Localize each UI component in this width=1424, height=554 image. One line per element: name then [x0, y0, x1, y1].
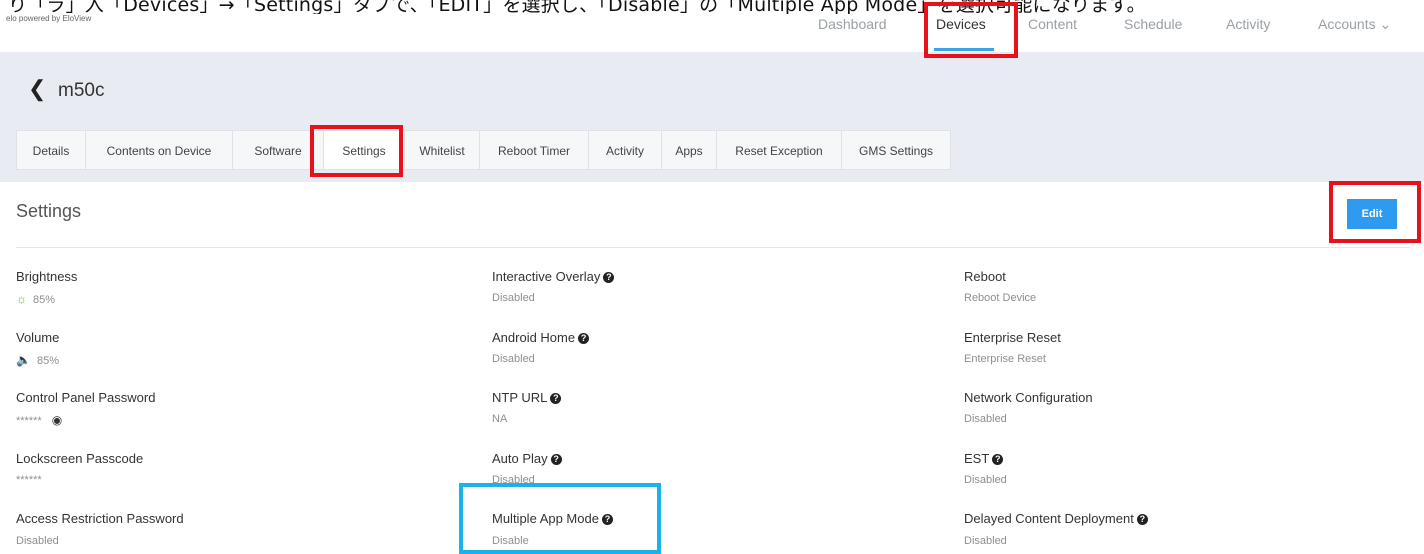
- help-icon[interactable]: ?: [578, 333, 590, 345]
- enterprise-reset-link[interactable]: Enterprise Reset: [964, 353, 1046, 365]
- tab-reboot-timer[interactable]: Reboot Timer: [479, 130, 589, 170]
- help-icon[interactable]: ?: [1136, 514, 1148, 526]
- tab-gms-settings[interactable]: GMS Settings: [841, 130, 951, 170]
- interactive-overlay-label-row: Interactive Overlay?: [492, 269, 615, 284]
- android-home-label-row: Android Home?: [492, 330, 590, 345]
- control-panel-password-value-row: ****** ◉: [16, 413, 62, 427]
- nav-accounts[interactable]: Accounts ⌄: [1318, 16, 1391, 33]
- volume-icon: 🔈: [16, 353, 31, 367]
- brand-logo: elo powered by EloView: [6, 14, 92, 23]
- brightness-label: Brightness: [16, 269, 78, 284]
- settings-divider: [16, 247, 1410, 248]
- delayed-content-deployment-label: Delayed Content Deployment: [964, 511, 1134, 526]
- android-home-label: Android Home: [492, 330, 576, 345]
- tab-activity[interactable]: Activity: [588, 130, 662, 170]
- settings-panel: [0, 182, 1424, 554]
- help-icon[interactable]: ?: [992, 454, 1004, 466]
- control-panel-password-label: Control Panel Password: [16, 390, 156, 405]
- control-panel-password-value: ******: [16, 415, 42, 427]
- interactive-overlay-value: Disabled: [492, 292, 535, 304]
- interactive-overlay-label: Interactive Overlay: [492, 269, 601, 284]
- volume-value: 85%: [36, 355, 59, 367]
- ntp-url-label: NTP URL: [492, 390, 548, 405]
- reboot-device-link[interactable]: Reboot Device: [964, 292, 1036, 304]
- settings-title: Settings: [16, 201, 82, 221]
- volume-label: Volume: [16, 330, 60, 345]
- tab-whitelist[interactable]: Whitelist: [404, 130, 480, 170]
- network-configuration-label: Network Configuration: [964, 390, 1093, 405]
- est-label-row: EST?: [964, 451, 1004, 466]
- access-restriction-password-value: Disabled: [16, 535, 59, 547]
- delayed-content-deployment-value: Disabled: [964, 535, 1007, 547]
- access-restriction-password-label: Access Restriction Password: [16, 511, 184, 526]
- nav-dashboard[interactable]: Dashboard: [818, 16, 887, 32]
- help-icon[interactable]: ?: [550, 393, 562, 405]
- nav-activity[interactable]: Activity: [1226, 16, 1270, 32]
- lockscreen-passcode-value: ******: [16, 474, 42, 486]
- back-chevron-icon[interactable]: ❮: [28, 78, 46, 100]
- est-value: Disabled: [964, 474, 1007, 486]
- nav-schedule[interactable]: Schedule: [1124, 16, 1182, 32]
- help-icon[interactable]: ?: [550, 454, 562, 466]
- tab-details[interactable]: Details: [16, 130, 86, 170]
- highlight-multiple-app-mode: [459, 483, 661, 554]
- highlight-settings-tab: [310, 125, 403, 177]
- top-caption: り「ラ」入「Devices」→「Settings」タブで、「EDIT」を選択し、…: [0, 0, 1424, 14]
- help-icon[interactable]: ?: [603, 272, 615, 284]
- android-home-value: Disabled: [492, 353, 535, 365]
- highlight-edit-button: [1329, 181, 1421, 243]
- volume-value-row: 🔈 85%: [16, 353, 59, 367]
- lockscreen-passcode-label: Lockscreen Passcode: [16, 451, 144, 466]
- brightness-value: 85%: [33, 294, 56, 306]
- auto-play-label: Auto Play: [492, 451, 548, 466]
- reboot-label: Reboot: [964, 269, 1006, 284]
- tab-reset-exception[interactable]: Reset Exception: [716, 130, 842, 170]
- tab-contents-on-device[interactable]: Contents on Device: [85, 130, 233, 170]
- enterprise-reset-label: Enterprise Reset: [964, 330, 1061, 345]
- tab-apps[interactable]: Apps: [661, 130, 717, 170]
- brightness-icon: ☼: [16, 292, 27, 306]
- device-title: m50c: [58, 80, 105, 101]
- delayed-content-deployment-label-row: Delayed Content Deployment?: [964, 511, 1148, 526]
- ntp-url-value: NA: [492, 413, 508, 425]
- est-label: EST: [964, 451, 990, 466]
- auto-play-label-row: Auto Play?: [492, 451, 562, 466]
- ntp-url-label-row: NTP URL?: [492, 390, 562, 405]
- nav-content[interactable]: Content: [1028, 16, 1077, 32]
- brightness-value-row: ☼ 85%: [16, 292, 55, 306]
- highlight-devices-nav: [924, 2, 1018, 58]
- eye-icon[interactable]: ◉: [52, 413, 62, 427]
- network-configuration-value: Disabled: [964, 413, 1007, 425]
- top-header: elo powered by EloView Dashboard Devices…: [0, 14, 1424, 52]
